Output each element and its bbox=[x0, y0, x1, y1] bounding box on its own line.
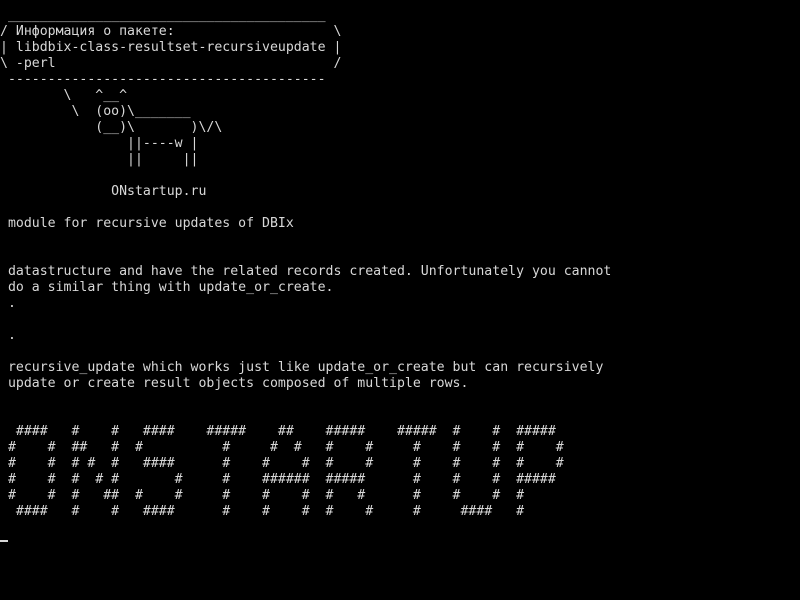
text-cursor bbox=[0, 540, 8, 542]
banner-art-line: # # # # # #### # # # # # # # # # # bbox=[0, 456, 564, 471]
banner-art-line: #### # # #### ##### ## ##### ##### # # #… bbox=[0, 424, 556, 439]
cow-art-line: (__)\ )\/\ bbox=[0, 120, 223, 135]
cow-art-line: \ (oo)\_______ bbox=[0, 104, 191, 119]
speech-bubble-bottom-border: ---------------------------------------- bbox=[0, 72, 326, 87]
speech-bubble-title-line: / Информация о пакете: \ bbox=[0, 24, 342, 39]
speech-bubble-package-line: | libdbix-class-resultset-recursiveupdat… bbox=[0, 40, 342, 55]
description-line: update or create result objects composed… bbox=[0, 376, 469, 391]
terminal-window[interactable]: ________________________________________… bbox=[0, 0, 800, 600]
terminal-output: ________________________________________… bbox=[0, 8, 611, 520]
banner-art-line: # # ## # # # # # # # # # # # # bbox=[0, 440, 564, 455]
cow-art-line: \ ^__^ bbox=[0, 88, 128, 103]
description-line: recursive_update which works just like u… bbox=[0, 360, 604, 375]
description-dot-line: . bbox=[0, 296, 16, 311]
description-dot-line: . bbox=[0, 328, 16, 343]
description-line: do a similar thing with update_or_create… bbox=[0, 280, 334, 295]
site-signature: ONstartup.ru bbox=[0, 184, 207, 199]
speech-bubble-package-suffix-line: \ -perl / bbox=[0, 56, 342, 71]
banner-art-line: # # # # # # # ###### ##### # # # ##### bbox=[0, 472, 556, 487]
cow-art-line: || || bbox=[0, 152, 199, 167]
banner-art-line: # # # ## # # # # # # # # # # # bbox=[0, 488, 525, 503]
banner-art-line: #### # # #### # # # # # # #### # bbox=[0, 504, 525, 519]
description-line: datastructure and have the related recor… bbox=[0, 264, 612, 279]
speech-bubble-top-border: ________________________________________ bbox=[0, 8, 326, 23]
cow-art-line: ||----w | bbox=[0, 136, 199, 151]
description-line: module for recursive updates of DBIx bbox=[0, 216, 294, 231]
